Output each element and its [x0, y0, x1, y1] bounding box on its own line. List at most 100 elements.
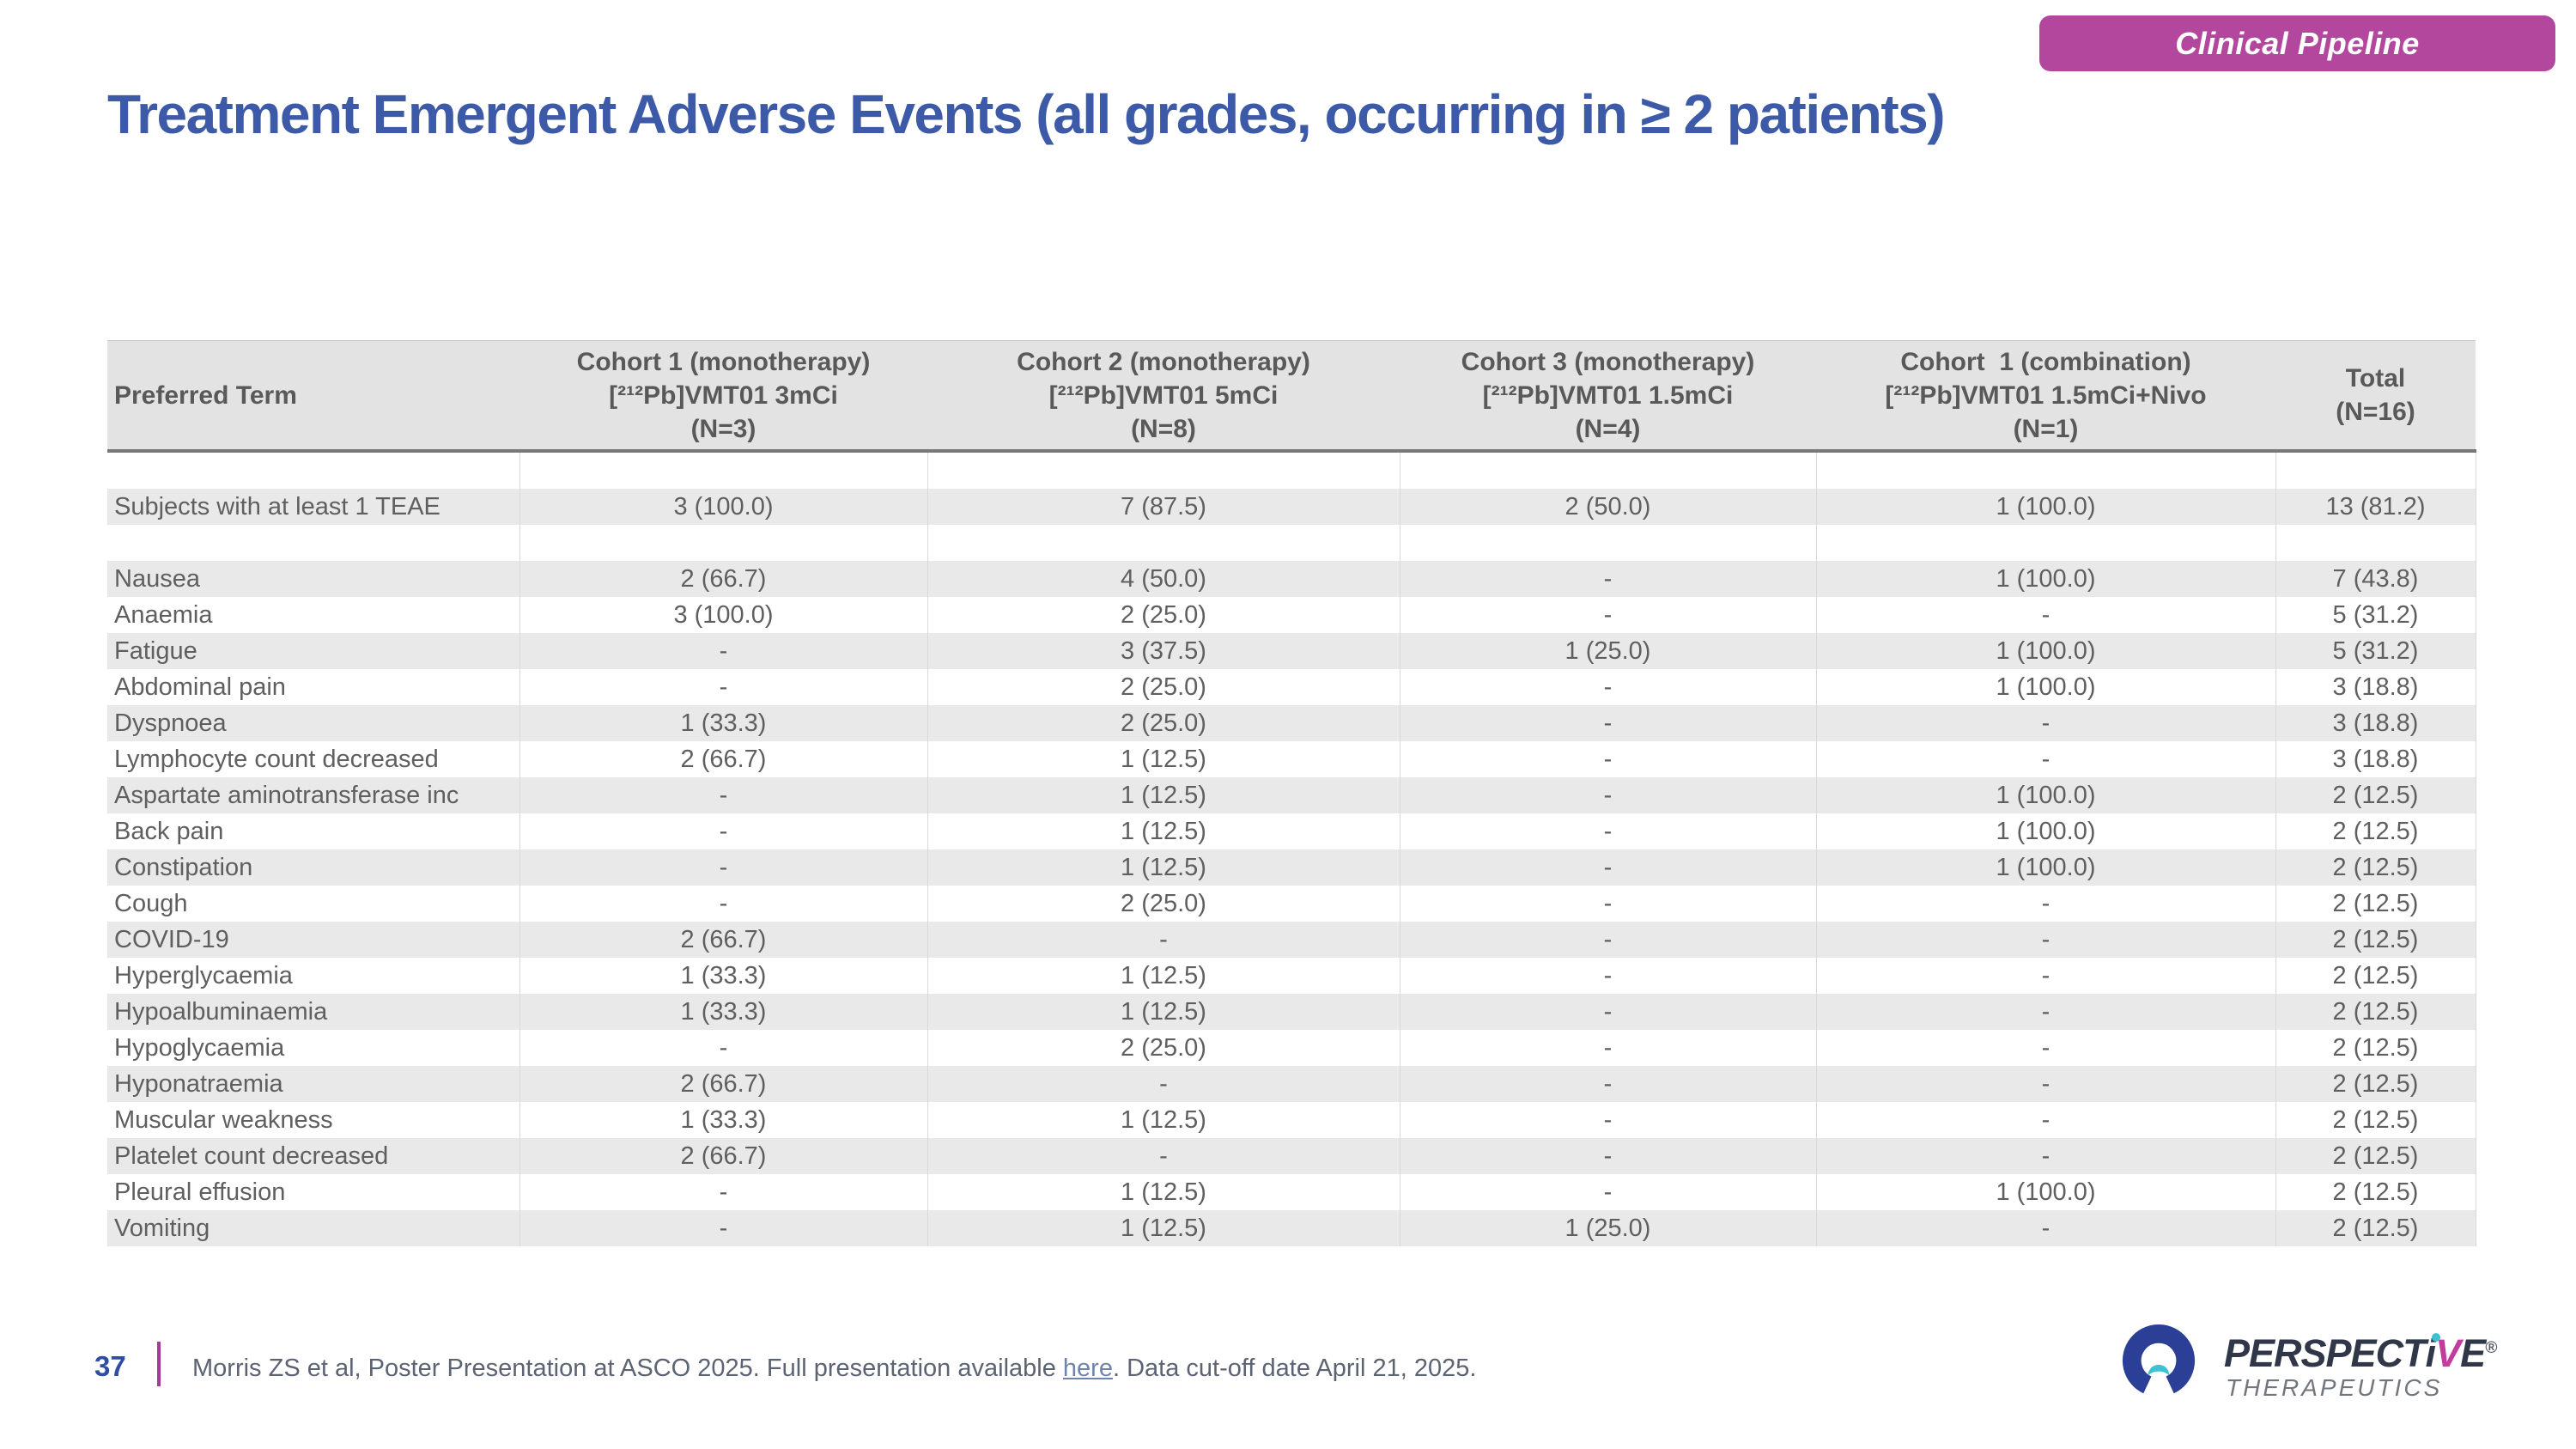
- value-cell: 1 (12.5): [927, 1102, 1400, 1138]
- value-cell: [1400, 525, 1816, 561]
- table-row: Pleural effusion-1 (12.5)-1 (100.0)2 (12…: [107, 1174, 2476, 1210]
- logo-wordmark-i: i: [2426, 1331, 2436, 1376]
- table-row: Hypoglycaemia-2 (25.0)--2 (12.5): [107, 1030, 2476, 1066]
- table-row: Fatigue-3 (37.5)1 (25.0)1 (100.0)5 (31.2…: [107, 633, 2476, 669]
- registered-mark: ®: [2485, 1339, 2497, 1357]
- value-cell: 3 (100.0): [519, 489, 927, 525]
- value-cell: 2 (25.0): [927, 886, 1400, 922]
- value-cell: -: [519, 669, 927, 705]
- value-cell: -: [927, 1066, 1400, 1102]
- value-cell: 4 (50.0): [927, 561, 1400, 597]
- preferred-term-cell: Vomiting: [107, 1210, 519, 1246]
- preferred-term-cell: Aspartate aminotransferase inc: [107, 777, 519, 813]
- value-cell: -: [1400, 1138, 1816, 1174]
- citation-here-link[interactable]: here: [1063, 1355, 1113, 1382]
- value-cell: [2275, 451, 2476, 489]
- table-row: Cough-2 (25.0)--2 (12.5): [107, 886, 2476, 922]
- value-cell: 3 (18.8): [2275, 741, 2476, 777]
- column-header-cohort1-combination: Cohort 1 (combination) [²¹²Pb]VMT01 1.5m…: [1816, 341, 2275, 452]
- value-cell: 2 (66.7): [519, 922, 927, 958]
- column-header-cohort2: Cohort 2 (monotherapy) [²¹²Pb]VMT01 5mCi…: [927, 341, 1400, 452]
- value-cell: 5 (31.2): [2275, 597, 2476, 633]
- value-cell: -: [1816, 1138, 2275, 1174]
- value-cell: 2 (50.0): [1400, 489, 1816, 525]
- value-cell: 1 (12.5): [927, 1210, 1400, 1246]
- value-cell: [519, 525, 927, 561]
- value-cell: 2 (66.7): [519, 1066, 927, 1102]
- value-cell: -: [1816, 1030, 2275, 1066]
- table-row: Abdominal pain-2 (25.0)-1 (100.0)3 (18.8…: [107, 669, 2476, 705]
- value-cell: -: [519, 633, 927, 669]
- preferred-term-cell: Dyspnoea: [107, 705, 519, 741]
- table-row: Hypoalbuminaemia1 (33.3)1 (12.5)--2 (12.…: [107, 994, 2476, 1030]
- value-cell: -: [519, 1174, 927, 1210]
- value-cell: -: [1400, 705, 1816, 741]
- value-cell: 2 (12.5): [2275, 1138, 2476, 1174]
- column-header-cohort1: Cohort 1 (monotherapy) [²¹²Pb]VMT01 3mCi…: [519, 341, 927, 452]
- logo-wordmark-pre: PERSPECT: [2224, 1331, 2426, 1375]
- value-cell: 2 (25.0): [927, 1030, 1400, 1066]
- preferred-term-cell: COVID-19: [107, 922, 519, 958]
- value-cell: 2 (12.5): [2275, 958, 2476, 994]
- value-cell: 2 (12.5): [2275, 922, 2476, 958]
- preferred-term-cell: Pleural effusion: [107, 1174, 519, 1210]
- value-cell: -: [1400, 1066, 1816, 1102]
- value-cell: 1 (33.3): [519, 705, 927, 741]
- value-cell: -: [1816, 922, 2275, 958]
- preferred-term-cell: Hypoalbuminaemia: [107, 994, 519, 1030]
- value-cell: 1 (100.0): [1816, 1174, 2275, 1210]
- value-cell: 1 (100.0): [1816, 849, 2275, 886]
- value-cell: 2 (12.5): [2275, 813, 2476, 849]
- value-cell: -: [519, 886, 927, 922]
- value-cell: [1816, 451, 2275, 489]
- clinical-pipeline-badge: Clinical Pipeline: [2039, 15, 2555, 71]
- value-cell: -: [1400, 741, 1816, 777]
- value-cell: 1 (100.0): [1816, 633, 2275, 669]
- table-row: Dyspnoea1 (33.3)2 (25.0)--3 (18.8): [107, 705, 2476, 741]
- value-cell: 1 (12.5): [927, 777, 1400, 813]
- table-spacer-row: [107, 451, 2476, 489]
- value-cell: 2 (25.0): [927, 669, 1400, 705]
- value-cell: -: [519, 1030, 927, 1066]
- value-cell: [1816, 525, 2275, 561]
- value-cell: 3 (18.8): [2275, 705, 2476, 741]
- value-cell: 2 (25.0): [927, 705, 1400, 741]
- value-cell: 2 (66.7): [519, 561, 927, 597]
- value-cell: 13 (81.2): [2275, 489, 2476, 525]
- preferred-term-cell: [107, 525, 519, 561]
- footer-divider: [157, 1342, 161, 1386]
- value-cell: -: [1816, 741, 2275, 777]
- value-cell: [1400, 451, 1816, 489]
- column-header-cohort3: Cohort 3 (monotherapy) [²¹²Pb]VMT01 1.5m…: [1400, 341, 1816, 452]
- value-cell: -: [1400, 1174, 1816, 1210]
- preferred-term-cell: Fatigue: [107, 633, 519, 669]
- preferred-term-cell: Anaemia: [107, 597, 519, 633]
- value-cell: 1 (33.3): [519, 1102, 927, 1138]
- citation-prefix: Morris ZS et al, Poster Presentation at …: [192, 1355, 1063, 1382]
- preferred-term-cell: Hyponatraemia: [107, 1066, 519, 1102]
- value-cell: 1 (12.5): [927, 813, 1400, 849]
- preferred-term-cell: Abdominal pain: [107, 669, 519, 705]
- preferred-term-cell: Constipation: [107, 849, 519, 886]
- value-cell: 2 (66.7): [519, 1138, 927, 1174]
- value-cell: -: [1400, 1102, 1816, 1138]
- value-cell: 1 (12.5): [927, 741, 1400, 777]
- column-header-preferred-term: Preferred Term: [107, 341, 519, 452]
- value-cell: -: [1400, 958, 1816, 994]
- value-cell: 2 (12.5): [2275, 994, 2476, 1030]
- value-cell: -: [1816, 958, 2275, 994]
- table-row: Vomiting-1 (12.5)1 (25.0)-2 (12.5): [107, 1210, 2476, 1246]
- table-spacer-row: [107, 525, 2476, 561]
- value-cell: -: [1400, 669, 1816, 705]
- value-cell: -: [519, 813, 927, 849]
- column-header-total: Total (N=16): [2275, 341, 2476, 452]
- value-cell: -: [927, 922, 1400, 958]
- badge-label: Clinical Pipeline: [2175, 26, 2420, 62]
- value-cell: 2 (25.0): [927, 597, 1400, 633]
- teae-table: Preferred Term Cohort 1 (monotherapy) [²…: [107, 340, 2476, 1246]
- value-cell: 2 (12.5): [2275, 1030, 2476, 1066]
- preferred-term-cell: Hyperglycaemia: [107, 958, 519, 994]
- preferred-term-cell: Nausea: [107, 561, 519, 597]
- value-cell: [927, 451, 1400, 489]
- table-row: Nausea2 (66.7)4 (50.0)-1 (100.0)7 (43.8): [107, 561, 2476, 597]
